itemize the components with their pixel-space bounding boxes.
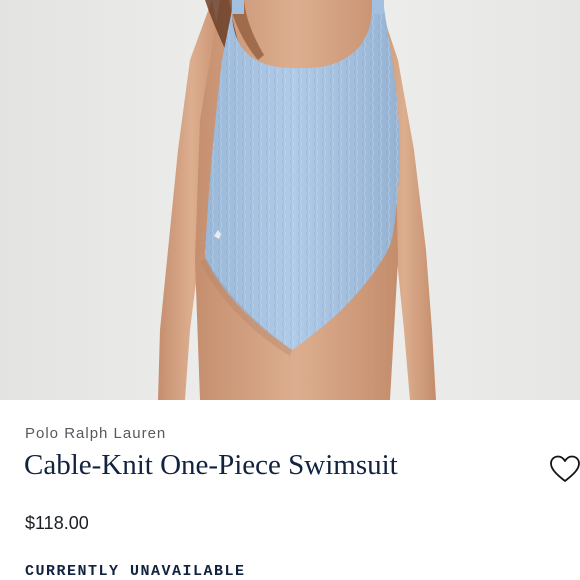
heart-outline-icon [550,455,580,482]
product-price: $118.00 [25,513,89,533]
product-title: Cable-Knit One-Piece Swimsuit [24,449,398,481]
product-info: Polo Ralph Lauren Cable-Knit One-Piece S… [0,400,580,580]
brand-name[interactable]: Polo Ralph Lauren [25,425,166,442]
wishlist-button[interactable] [548,452,580,486]
availability-status: CURRENTLY UNAVAILABLE [25,563,246,580]
product-image[interactable] [0,0,580,400]
product-photo [0,0,580,400]
